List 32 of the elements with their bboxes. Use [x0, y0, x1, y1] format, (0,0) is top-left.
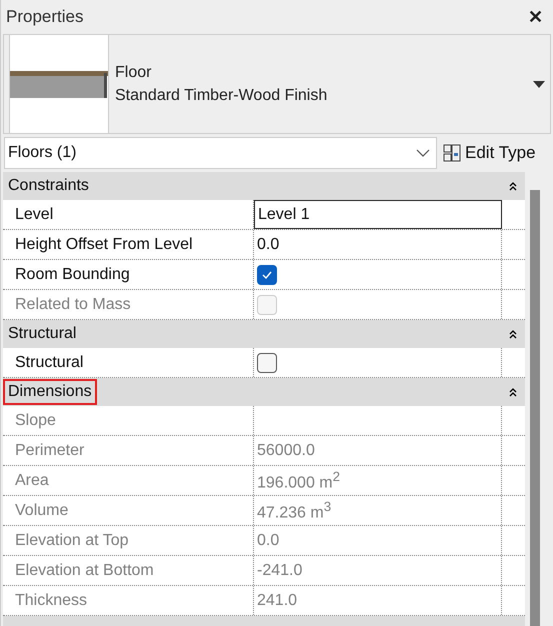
close-button[interactable]: ✕	[524, 6, 547, 28]
property-name: Perimeter	[3, 436, 254, 465]
panel-title: Properties	[6, 7, 84, 27]
property-value[interactable]: Level 1	[258, 206, 310, 224]
checkbox[interactable]	[257, 264, 277, 284]
property-name: Room Bounding	[3, 260, 254, 289]
filter-dropdown[interactable]: Floors (1)	[4, 137, 437, 169]
property-name: Level	[3, 200, 254, 229]
checkbox[interactable]	[257, 352, 277, 372]
property-name: Area	[3, 466, 254, 495]
property-name: Elevation at Top	[3, 526, 254, 555]
type-name: Standard Timber-Wood Finish	[115, 86, 328, 104]
property-name: Thickness	[3, 586, 254, 615]
family-name: Floor	[115, 64, 152, 82]
section-header[interactable]: Dimensions	[3, 378, 525, 406]
collapse-icon[interactable]	[509, 330, 517, 338]
property-name: Slope	[3, 406, 254, 435]
collapse-icon[interactable]	[509, 388, 517, 396]
section-header[interactable]: Structural	[3, 320, 525, 348]
property-name: Volume	[3, 496, 254, 525]
edit-type-icon[interactable]	[443, 144, 461, 162]
property-name: Related to Mass	[3, 290, 254, 319]
section-header[interactable]: Constraints	[3, 172, 525, 200]
property-name: Height Offset From Level	[3, 230, 254, 259]
edit-type-button[interactable]: Edit Type	[437, 143, 542, 163]
type-selector[interactable]: Floor Standard Timber-Wood Finish	[3, 34, 551, 134]
collapse-icon[interactable]	[509, 182, 517, 190]
property-name: Structural	[3, 348, 254, 377]
dropdown-arrow-icon[interactable]	[533, 80, 545, 88]
property-value[interactable]: 0.0	[257, 236, 280, 254]
chevron-down-icon[interactable]	[416, 149, 430, 157]
property-name: Elevation at Bottom	[3, 556, 254, 585]
